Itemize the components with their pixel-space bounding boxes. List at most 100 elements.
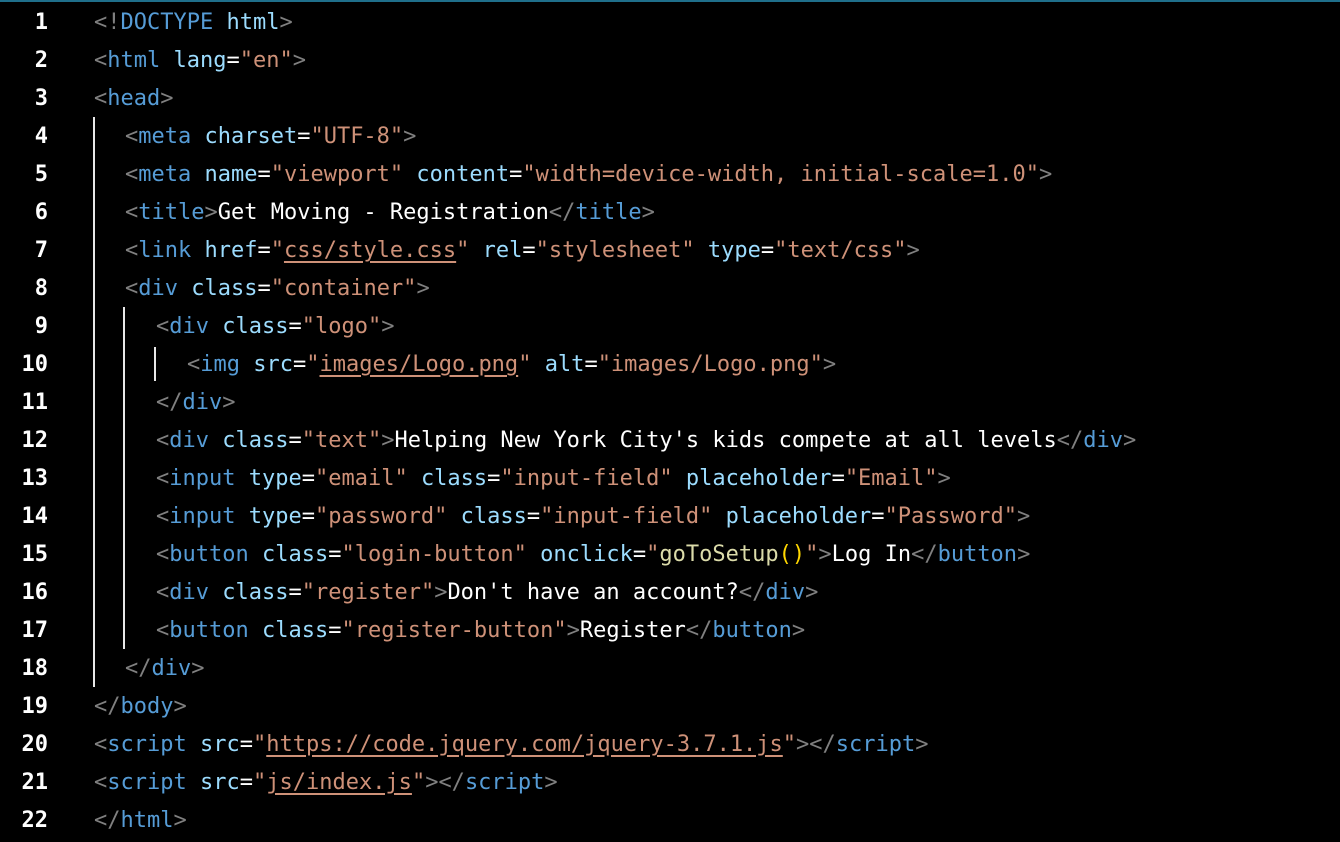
code-token: >: [222, 390, 236, 415]
code-token: <: [156, 542, 170, 567]
code-token: =: [226, 48, 240, 73]
code-line[interactable]: <button class="register-button">Register…: [156, 612, 805, 650]
code-token: charset: [204, 124, 298, 149]
code-line[interactable]: <meta name="viewport" content="width=dev…: [125, 156, 1052, 194]
code-token: </: [809, 732, 836, 757]
code-token: script: [464, 770, 545, 795]
code-line[interactable]: <div class="register">Don't have an acco…: [156, 574, 818, 612]
code-token: input: [169, 504, 236, 529]
code-token: =: [760, 238, 775, 263]
code-token: class: [222, 314, 289, 339]
code-token: =: [328, 542, 342, 567]
code-token: "Email": [844, 466, 938, 491]
code-token: >: [1122, 428, 1137, 453]
code-token: type: [248, 504, 302, 529]
code-line[interactable]: <button class="login-button" onclick="go…: [156, 536, 1030, 574]
code-line[interactable]: <script src="js/index.js"></script>: [94, 764, 558, 802]
code-line[interactable]: <title>Get Moving - Registration</title>: [125, 194, 655, 232]
line-number: 15: [21, 542, 49, 567]
code-token: rel: [482, 238, 523, 263]
code-token: </: [738, 580, 766, 605]
code-token: button: [937, 542, 1018, 567]
code-token: >: [805, 580, 819, 605]
code-token: script: [107, 770, 187, 795]
code-token: script: [835, 732, 916, 757]
code-line[interactable]: <div class="container">: [125, 270, 430, 308]
code-line[interactable]: </div>: [156, 384, 236, 422]
code-token: Get Moving - Registration: [217, 200, 549, 225]
code-token: "UTF-8": [310, 124, 404, 149]
code-line[interactable]: <input type="email" class="input-field" …: [156, 460, 951, 498]
code-line[interactable]: </div>: [125, 650, 205, 688]
code-token: type: [707, 238, 761, 263]
code-line[interactable]: <div class="text">Helping New York City'…: [156, 422, 1136, 460]
code-token: ": [411, 770, 426, 795]
code-token: <: [125, 162, 139, 187]
code-token: <: [156, 428, 170, 453]
code-line[interactable]: <head>: [94, 80, 173, 118]
code-token: >: [381, 314, 395, 339]
code-token: alt: [544, 352, 585, 377]
code-token: title: [138, 200, 205, 225]
code-token: ": [646, 542, 660, 567]
line-number: 3: [34, 86, 48, 111]
code-token: =: [522, 238, 536, 263]
code-token: "logo": [301, 314, 382, 339]
line-number: 21: [21, 770, 49, 795]
code-token: "Password": [884, 504, 1017, 529]
code-token: html: [107, 48, 161, 73]
code-token: =: [293, 352, 307, 377]
code-token: "text/css": [774, 238, 907, 263]
line-number: 5: [34, 162, 48, 187]
code-token: <: [125, 200, 139, 225]
code-line[interactable]: </body>: [94, 688, 187, 726]
code-token: <: [156, 580, 170, 605]
code-token: div: [765, 580, 806, 605]
code-token: "password": [314, 504, 448, 529]
line-number: 22: [21, 808, 49, 833]
code-token: class: [261, 542, 329, 567]
code-line[interactable]: <link href="css/style.css" rel="styleshe…: [125, 232, 920, 270]
code-token: <: [156, 504, 170, 529]
code-line[interactable]: <input type="password" class="input-fiel…: [156, 498, 1030, 536]
code-token: class: [420, 466, 488, 491]
line-number: 13: [21, 466, 49, 491]
code-line[interactable]: <meta charset="UTF-8">: [125, 118, 416, 156]
code-line[interactable]: <script src="https://code.jquery.com/jqu…: [94, 726, 929, 764]
code-token: html: [120, 808, 174, 833]
code-token: class: [261, 618, 329, 643]
code-token: div: [1083, 428, 1123, 453]
code-token: placeholder: [685, 466, 832, 491]
code-token: >: [566, 618, 580, 643]
code-editor[interactable]: 1 2 3 4 5 6 7 8 9 10 11 12 13 14 15 16 17 18 19 20 21 22 <!DO…: [0, 0, 1340, 842]
code-token: </: [94, 808, 121, 833]
line-number: 4: [34, 124, 48, 149]
code-token: "login-button": [341, 542, 527, 567]
code-token: >: [160, 86, 174, 111]
code-token: >: [173, 694, 187, 719]
code-token: =: [257, 238, 271, 263]
code-token: <: [94, 86, 108, 111]
code-token: </: [1056, 428, 1084, 453]
code-token: href: [204, 238, 258, 263]
code-line[interactable]: <div class="logo">: [156, 308, 394, 346]
code-token: >: [292, 48, 306, 73]
code-token: title: [575, 200, 642, 225]
code-line[interactable]: </html>: [94, 802, 187, 840]
code-token: script: [107, 732, 187, 757]
code-token: <: [156, 466, 170, 491]
code-token: <: [156, 314, 170, 339]
code-token: <!: [94, 10, 121, 35]
code-line[interactable]: <html lang="en">: [94, 42, 306, 80]
code-line[interactable]: <img src="images/Logo.png" alt="images/L…: [187, 346, 836, 384]
line-number: 19: [21, 694, 49, 719]
code-line[interactable]: <!DOCTYPE html>: [94, 4, 293, 42]
